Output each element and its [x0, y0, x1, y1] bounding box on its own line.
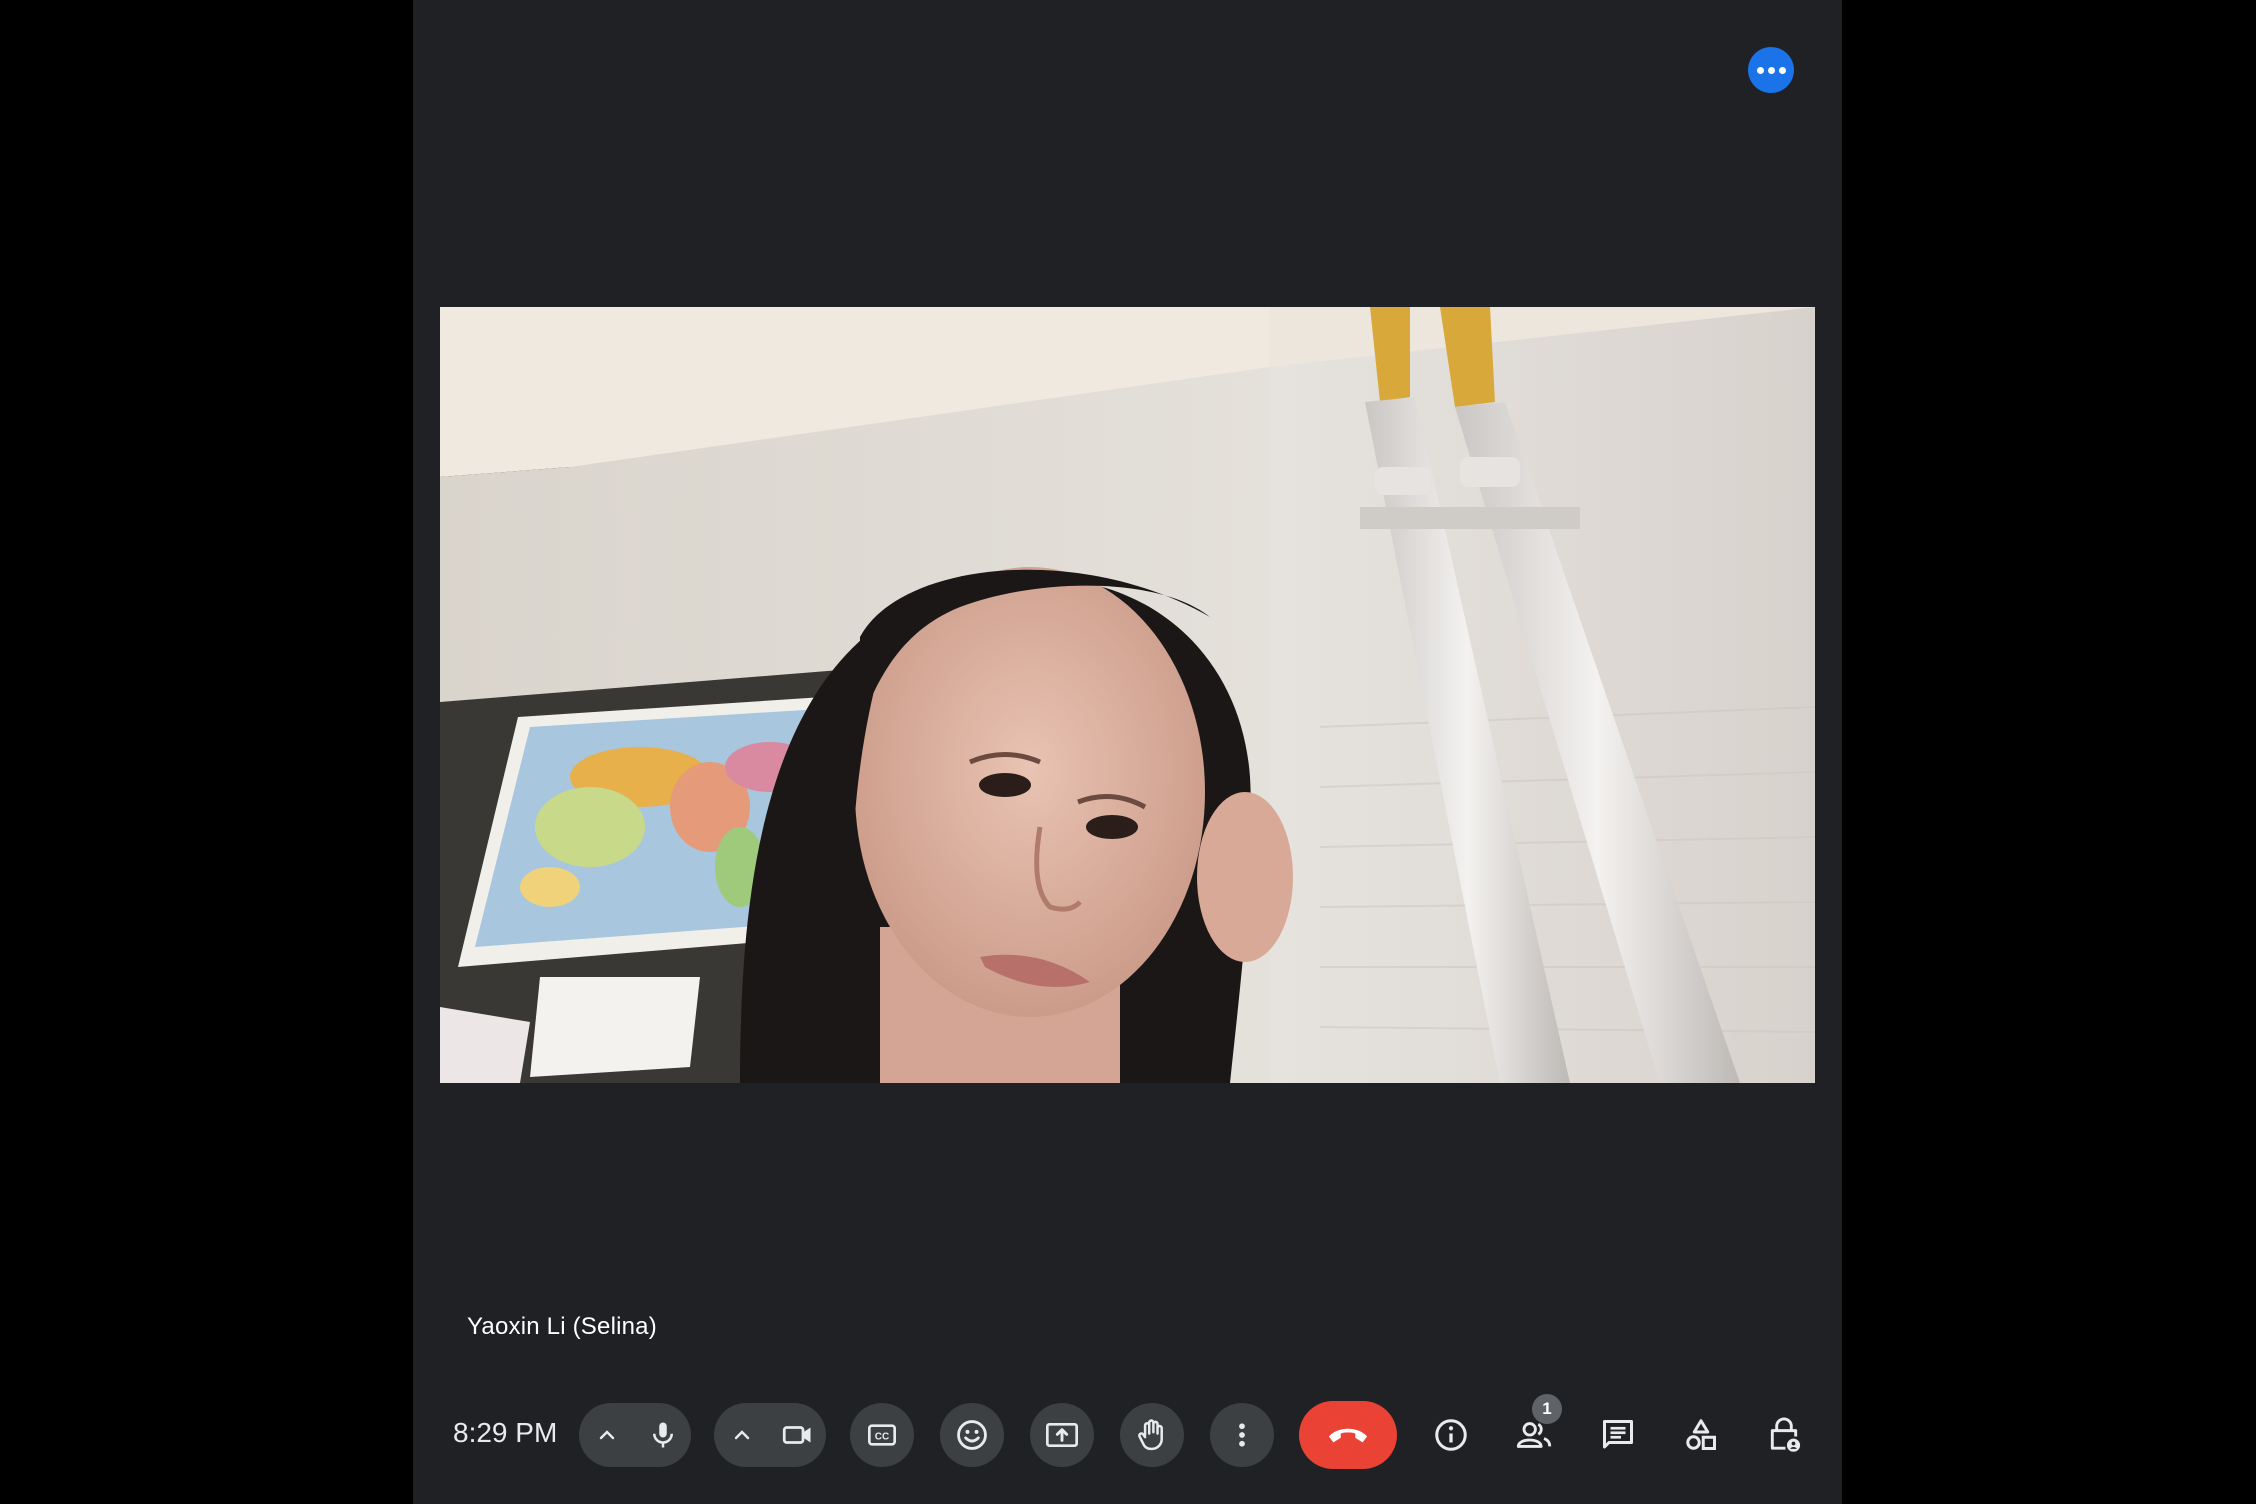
meeting-info-button[interactable]	[1419, 1403, 1483, 1467]
chat-icon	[1603, 1420, 1633, 1449]
audio-options-button[interactable]	[579, 1403, 635, 1467]
more-horiz-icon-dot	[1778, 66, 1786, 74]
video-options-button[interactable]	[714, 1403, 770, 1467]
more-horiz-icon-dot	[1767, 66, 1775, 74]
chevron-up-icon	[599, 1430, 615, 1440]
raise-hand-button[interactable]	[1120, 1403, 1184, 1467]
shapes-icon	[1686, 1419, 1716, 1450]
meeting-clock: 8:29 PM	[453, 1417, 558, 1448]
svg-text:CC: CC	[875, 1432, 889, 1443]
more-options-button[interactable]	[1748, 47, 1794, 93]
reactions-button[interactable]	[940, 1403, 1004, 1467]
people-button[interactable]: 1	[1502, 1394, 1566, 1467]
more-horiz-icon	[1756, 66, 1764, 74]
call-end-icon	[1328, 1428, 1368, 1443]
hand-icon	[1138, 1419, 1163, 1451]
chat-button[interactable]	[1586, 1403, 1650, 1467]
activities-button[interactable]	[1669, 1403, 1733, 1467]
video-frame	[440, 307, 1815, 1083]
lock-person-icon	[1770, 1417, 1801, 1452]
audio-control-group	[579, 1403, 691, 1467]
video-control-group	[714, 1403, 826, 1467]
host-controls-button[interactable]	[1752, 1403, 1816, 1467]
more-options-menu-button[interactable]	[1210, 1403, 1274, 1467]
more-vert-icon	[1239, 1423, 1245, 1447]
present-screen-icon	[1046, 1423, 1078, 1447]
participants-count-badge: 1	[1532, 1394, 1562, 1424]
closed-caption-icon: CC	[868, 1424, 896, 1446]
screen: Yaoxin Li (Selina) 8:29 PM CC 1	[0, 0, 2256, 1504]
meet-window: Yaoxin Li (Selina) 8:29 PM CC 1	[413, 0, 1842, 1504]
videocam-icon	[782, 1426, 811, 1444]
present-button[interactable]	[1030, 1403, 1094, 1467]
captions-button[interactable]: CC	[850, 1403, 914, 1467]
leave-call-button[interactable]	[1299, 1401, 1397, 1469]
camera-button[interactable]	[770, 1403, 826, 1467]
participant-video	[440, 307, 1815, 1083]
microphone-button[interactable]	[635, 1403, 691, 1467]
info-icon	[1435, 1419, 1467, 1451]
emoji-icon	[957, 1420, 987, 1450]
mic-icon	[653, 1422, 673, 1448]
control-bar: 8:29 PM CC 1	[413, 1393, 1842, 1475]
participant-name: Yaoxin Li (Selina)	[467, 1313, 657, 1340]
chevron-up-icon	[734, 1430, 750, 1440]
